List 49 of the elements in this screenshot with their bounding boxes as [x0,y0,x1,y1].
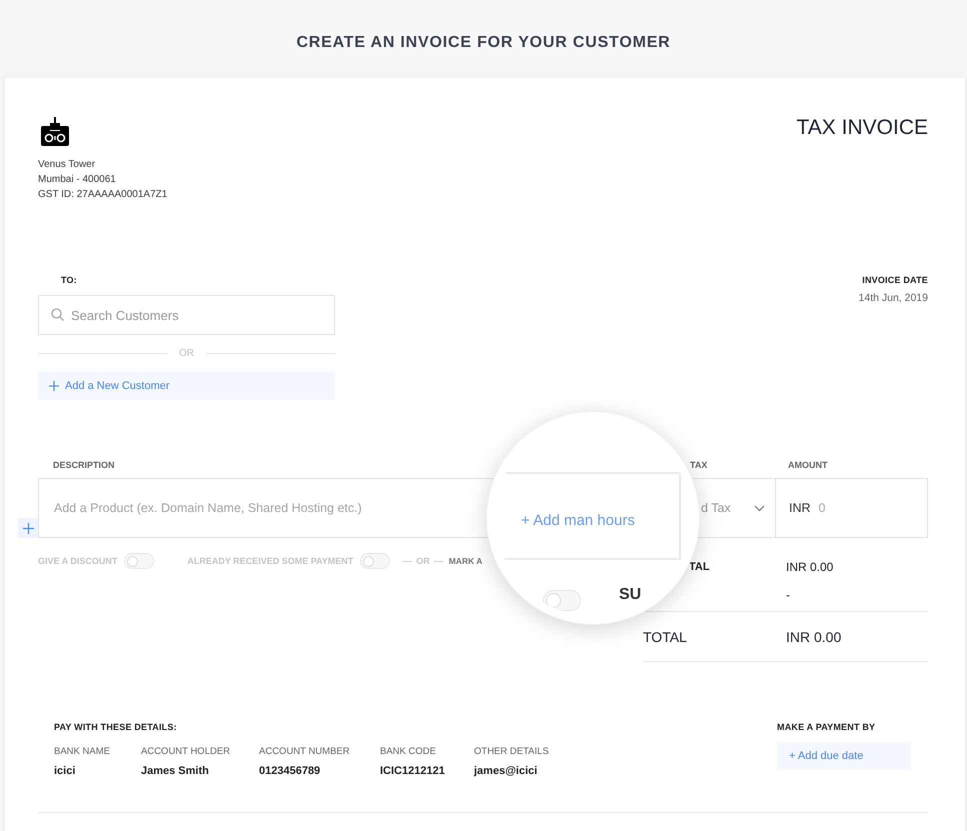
invoice-date: 14th Jun, 2019 [858,292,928,304]
toggle-switch[interactable] [360,553,390,569]
field-value: icici [54,765,76,777]
option-label: GIVE A DISCOUNT [38,556,118,566]
field-label: ACCOUNT NUMBER [259,746,351,757]
field-label: BANK CODE [380,746,437,757]
chevron-down-icon [754,504,765,512]
add-man-hours-button[interactable]: + Add man hours [521,512,635,529]
search-icon [51,308,64,321]
add-customer-button[interactable]: Add a New Customer [38,371,335,400]
summary-label: TAL [689,561,711,573]
field-label: BANK NAME [54,746,111,757]
summary-label: SU [619,586,642,604]
column-header: DESCRIPTION [53,460,115,470]
column-header: TAX [690,460,708,470]
field-value: James Smith [141,765,210,777]
document-title: TAX INVOICE [796,116,928,141]
field-label: ACCOUNT HOLDER [141,746,232,757]
toggle-switch[interactable] [543,590,581,611]
search-field[interactable]: Search Customers [38,295,335,335]
payment-details-title: PAY WITH THESE DETAILS: [54,722,178,732]
total-value: INR 0.00 [786,628,842,644]
page-title: CREATE AN INVOICE FOR YOUR CUSTOMER [296,34,671,52]
invoice-date-label: INVOICE DATE [862,275,928,285]
currency-label: INR [789,501,811,515]
tax-dropdown[interactable]: d Tax [701,479,775,537]
remote-control-logo-icon [38,115,72,149]
plus-icon [22,522,34,534]
field-label: OTHER DETAILS [474,746,549,757]
plus-icon [49,380,59,390]
address-line: GST ID: 27AAAAA0001A7Z1 [38,188,168,202]
summary-value: - [786,588,791,602]
or-separator: OR [416,556,430,566]
column-header: AMOUNT [788,460,828,470]
due-date-title: MAKE A PAYMENT BY [777,722,876,732]
option-label: ALREADY RECEIVED SOME PAYMENT [187,556,354,566]
summary-value: INR 0.00 [786,560,834,574]
toggle-switch[interactable] [124,553,154,569]
address-line: Venus Tower [38,158,96,172]
or-separator: OR [179,348,194,359]
add-row-button[interactable] [18,518,38,538]
address-line: Mumbai - 400061 [38,173,117,187]
add-due-date-button[interactable]: + Add due date [777,742,911,770]
field-value: ICIC1212121 [380,765,446,777]
option-label: MARK A [448,556,482,566]
field-value: 0123456789 [259,765,322,777]
to-label: TO: [61,275,78,285]
field-value: james@icici [474,765,538,777]
total-label: TOTAL [643,628,688,644]
